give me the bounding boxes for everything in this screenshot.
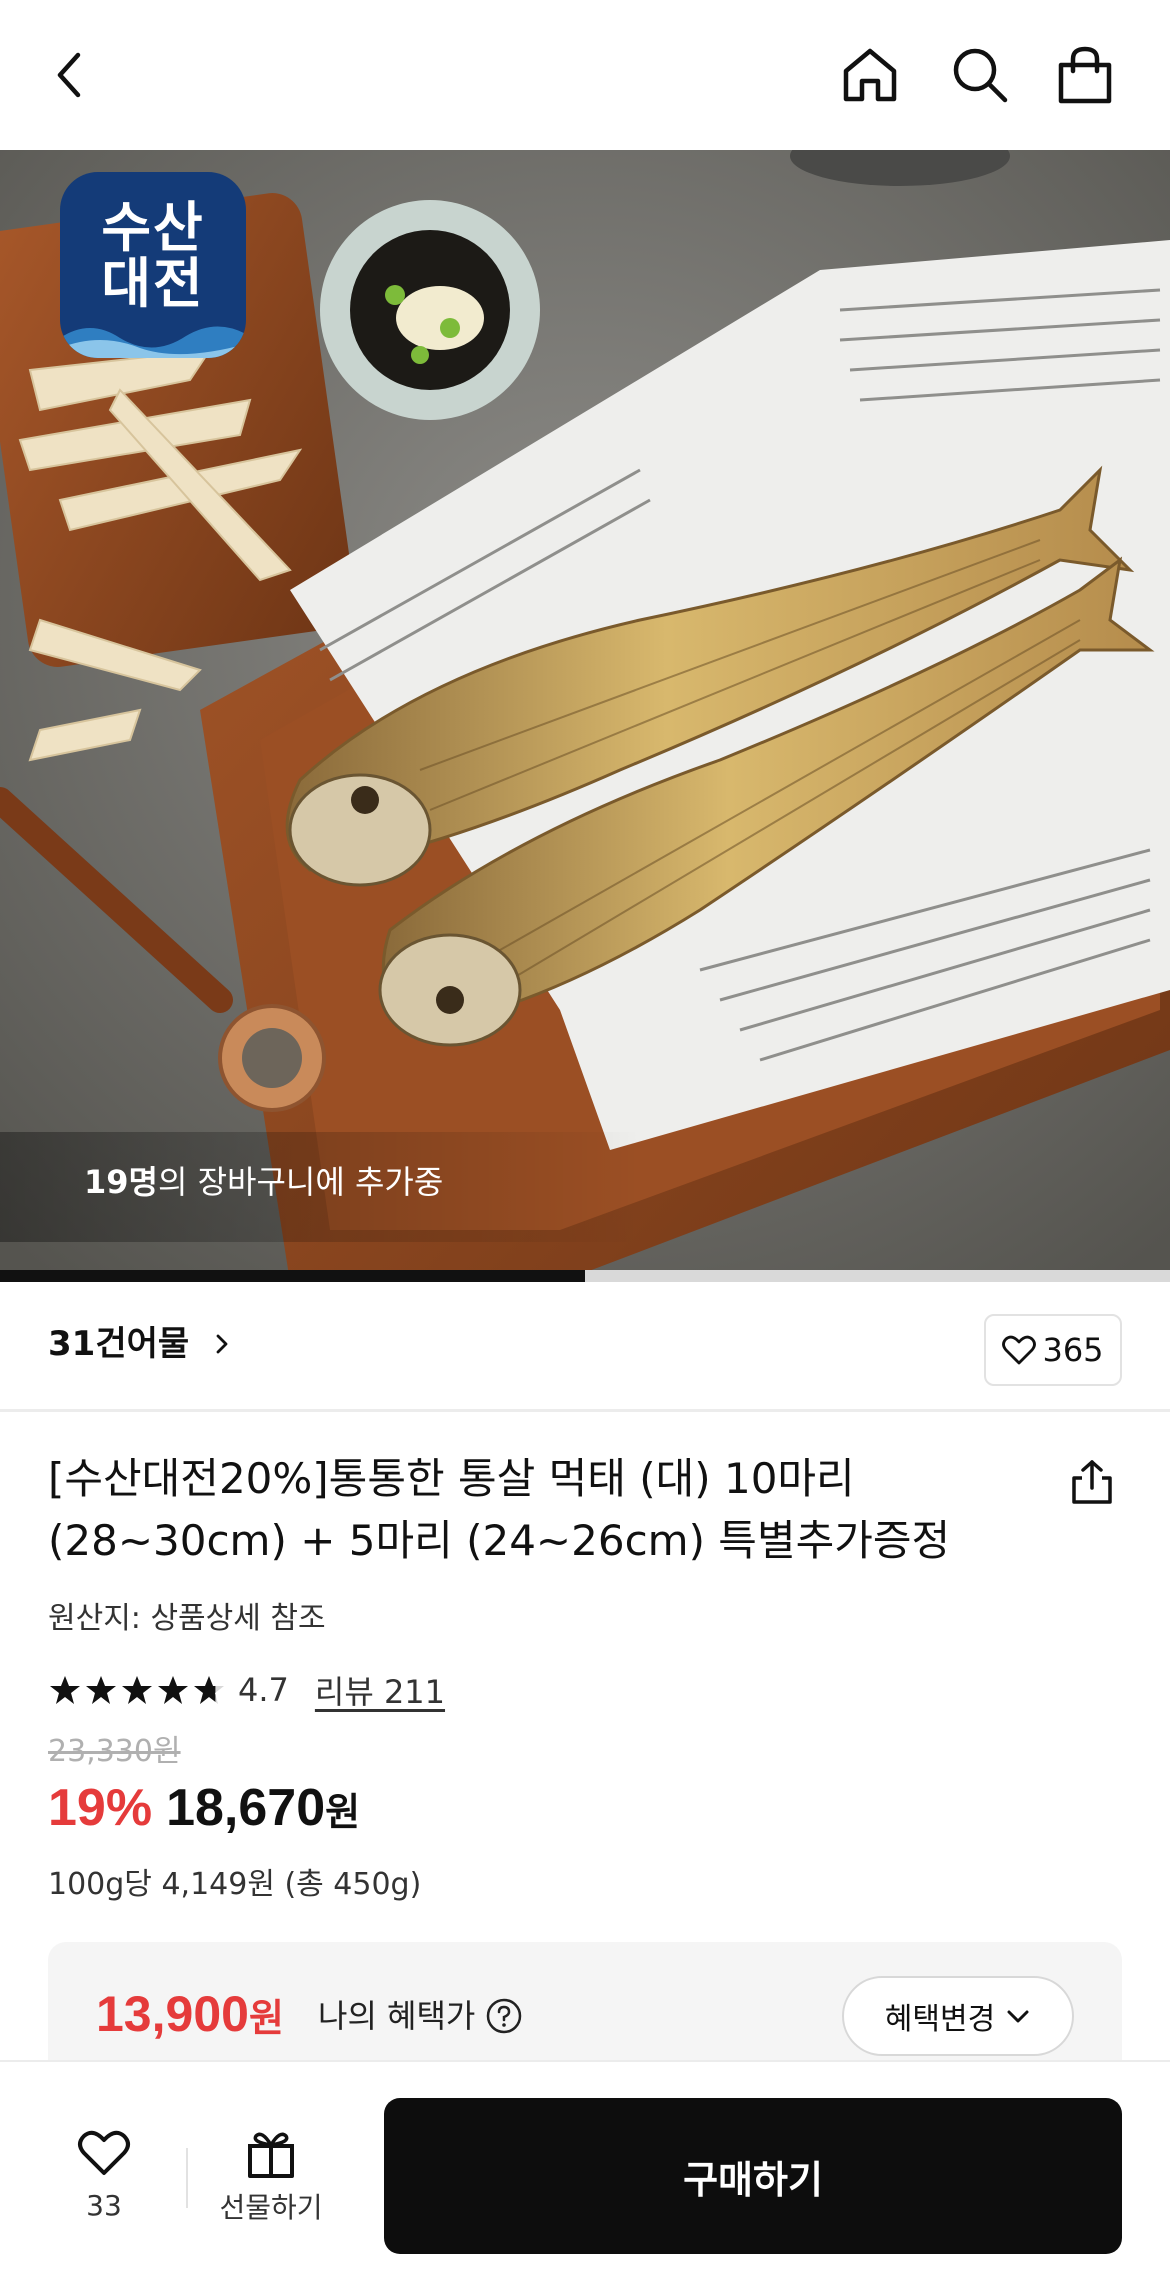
chevron-right-icon[interactable] <box>210 1332 234 1356</box>
brand-like-count: 365 <box>1042 1331 1104 1369</box>
discount-rate: 19% <box>48 1779 153 1837</box>
carousel-progress-bar <box>0 1270 1170 1282</box>
search-button[interactable] <box>940 35 1020 115</box>
price-unit: 원 <box>325 1790 361 1834</box>
home-icon <box>843 48 897 102</box>
benefit-label: 나의 혜택가 <box>318 1994 523 2038</box>
cart-count-message: 19명의 장바구니에 추가중 <box>84 1160 443 1204</box>
product-image-carousel[interactable]: 수산 대전 19명의 장바구니에 추가중 <box>0 150 1170 1282</box>
benefit-label-text: 나의 혜택가 <box>318 1997 476 2035</box>
wave-icon <box>60 326 246 358</box>
sale-price: 18,670 <box>166 1779 326 1837</box>
heart-icon <box>78 2130 130 2175</box>
cart-button[interactable] <box>1045 35 1125 115</box>
gift-label: 선물하기 <box>219 2191 323 2224</box>
top-nav-bar <box>0 0 1170 150</box>
star-icon <box>50 1676 80 1704</box>
brand-link[interactable]: 31건어물 <box>48 1322 189 1366</box>
search-icon <box>953 48 1008 103</box>
benefit-price-box: 13,900원 나의 혜택가 혜택변경 <box>48 1942 1122 2072</box>
bottom-action-bar: 33 선물하기 구매하기 <box>0 2060 1170 2289</box>
home-button[interactable] <box>830 35 910 115</box>
benefit-price: 13,900원 <box>96 1984 284 2049</box>
product-title: [수산대전20%]통통한 통살 먹태 (대) 10마리 (28~30cm) + … <box>48 1454 951 1565</box>
wishlist-count: 33 <box>86 2189 122 2222</box>
change-benefit-label: 혜택변경 <box>884 2002 996 2037</box>
benefit-price-unit: 원 <box>248 1998 284 2040</box>
back-button[interactable] <box>30 35 110 115</box>
star-rating <box>48 1674 226 1706</box>
shopping-bag-icon <box>1058 46 1112 104</box>
unit-price: 100g당 4,149원 (총 450g) <box>48 1867 422 1902</box>
cart-count-label: 의 장바구니에 추가중 <box>157 1163 444 1201</box>
rating-row: 4.7 리뷰 211 <box>48 1668 445 1712</box>
buy-button[interactable]: 구매하기 <box>384 2098 1122 2254</box>
star-icon <box>122 1676 152 1704</box>
brand-row: 31건어물 365 <box>0 1282 1170 1412</box>
brand-like-button[interactable]: 365 <box>984 1314 1122 1386</box>
star-icon <box>158 1676 188 1704</box>
rating-value: 4.7 <box>238 1671 289 1709</box>
divider <box>186 2148 188 2208</box>
chevron-left-icon <box>57 52 81 98</box>
chevron-down-icon <box>1007 2010 1029 2023</box>
star-icon <box>194 1676 224 1704</box>
share-button[interactable] <box>1062 1452 1122 1512</box>
heart-icon <box>1002 1335 1037 1365</box>
gift-icon <box>248 2132 294 2178</box>
benefit-price-value: 13,900 <box>96 1986 249 2042</box>
fisheries-festival-logo: 수산 대전 <box>60 172 246 358</box>
wishlist-button[interactable]: 33 <box>52 2128 156 2238</box>
change-benefit-button[interactable]: 혜택변경 <box>842 1976 1074 2056</box>
review-link[interactable]: 리뷰 211 <box>315 1667 445 1713</box>
star-icon <box>86 1676 116 1704</box>
cart-count-number: 19명 <box>84 1163 158 1201</box>
price-row: 19% 18,670 원 <box>48 1778 360 1842</box>
gift-button[interactable]: 선물하기 <box>206 2128 336 2238</box>
origin-info: 원산지: 상품상세 참조 <box>48 1601 326 1636</box>
carousel-progress-fill <box>0 1270 585 1282</box>
share-icon <box>1072 1460 1112 1504</box>
help-icon[interactable] <box>485 1997 523 2035</box>
original-price: 23,330원 <box>48 1734 181 1769</box>
